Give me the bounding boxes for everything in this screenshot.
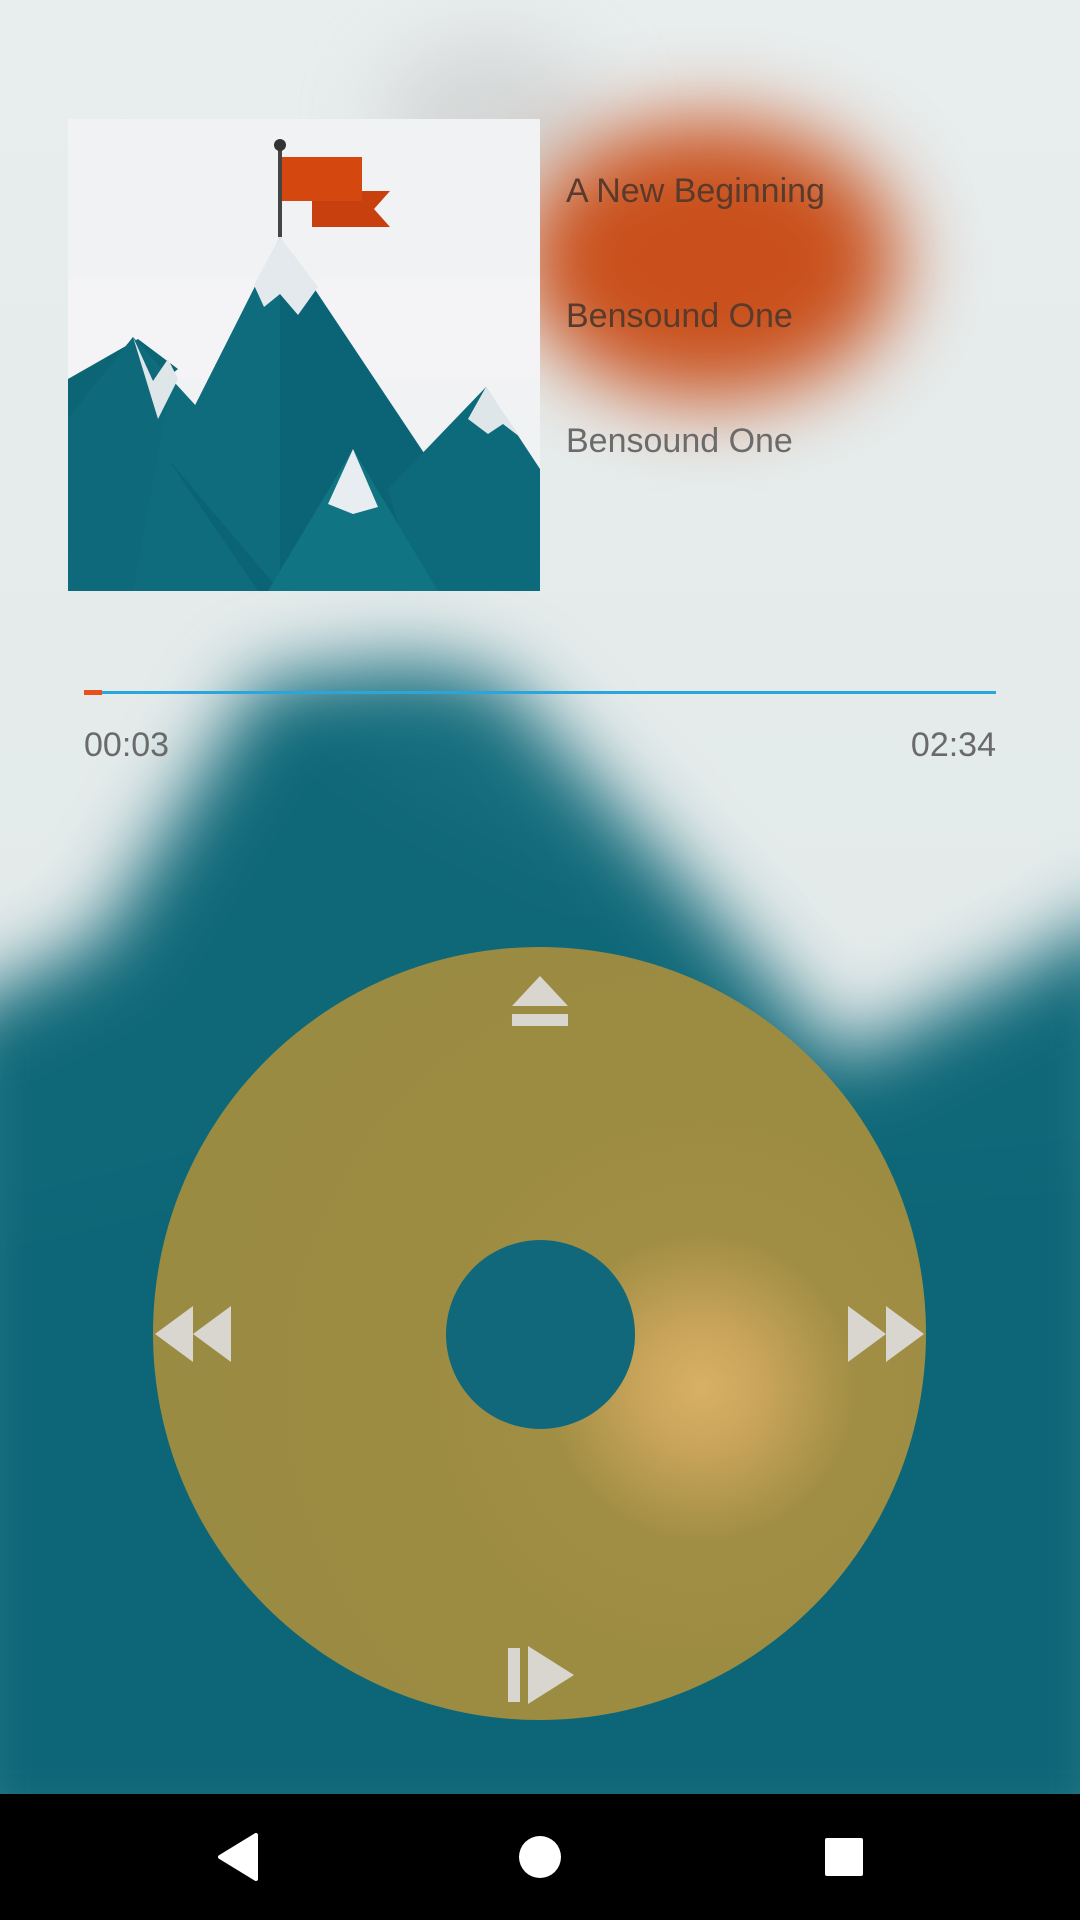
recents-square-icon (825, 1838, 863, 1876)
control-wheel[interactable] (153, 947, 926, 1720)
track-title: A New Beginning (566, 172, 825, 210)
play-pause-icon (508, 1646, 574, 1704)
seek-bar[interactable] (84, 690, 996, 695)
nav-back-button[interactable] (205, 1824, 271, 1890)
rewind-button[interactable] (153, 1302, 233, 1366)
fast-forward-icon (848, 1306, 924, 1362)
home-circle-icon (519, 1836, 561, 1878)
wheel-center-button[interactable] (446, 1240, 635, 1429)
rewind-icon (155, 1306, 231, 1362)
system-navigation-bar (0, 1794, 1080, 1920)
nav-recents-button[interactable] (811, 1824, 877, 1890)
track-artist: Bensound One (566, 297, 793, 335)
nav-home-button[interactable] (507, 1824, 573, 1890)
play-pause-button[interactable] (503, 1642, 579, 1708)
eject-icon (512, 976, 568, 1026)
total-duration: 02:34 (910, 726, 996, 764)
current-time: 00:03 (84, 726, 170, 764)
fast-forward-button[interactable] (846, 1302, 926, 1366)
track-album: Bensound One (566, 422, 793, 460)
music-player-screen: A New Beginning Bensound One Bensound On… (0, 0, 1080, 1920)
back-triangle-icon (218, 1833, 258, 1881)
album-art (68, 119, 540, 591)
eject-button[interactable] (502, 967, 578, 1037)
seek-bar-progress (84, 690, 103, 695)
